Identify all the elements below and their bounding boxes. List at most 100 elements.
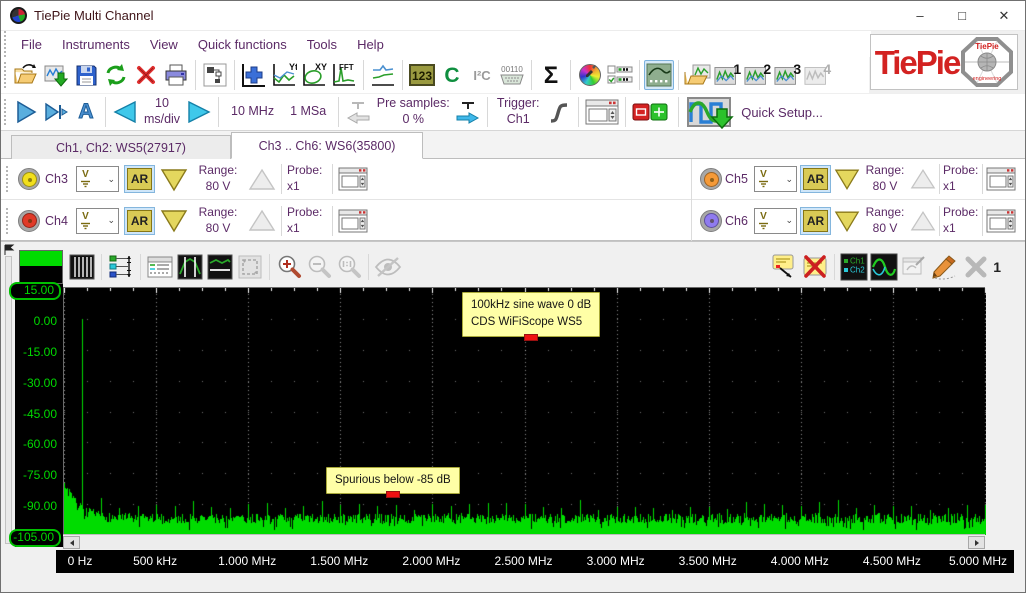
graph-state-indicator[interactable] xyxy=(19,250,63,284)
autorange-button[interactable]: AR xyxy=(127,210,152,232)
menu-instruments[interactable]: Instruments xyxy=(52,34,140,55)
settings-list-button[interactable] xyxy=(605,60,635,90)
autorange-button[interactable]: AR xyxy=(127,168,152,190)
bnc-connector-ch5[interactable] xyxy=(700,168,722,190)
measurement-slot-3-button[interactable]: 3 xyxy=(773,60,803,90)
crescent-button[interactable]: C xyxy=(437,60,467,90)
annotation-anchor-handle[interactable] xyxy=(386,491,400,498)
graph-mode-button[interactable] xyxy=(644,60,674,90)
quick-setup-button[interactable]: Quick Setup... xyxy=(687,95,823,129)
digital-display-button[interactable]: 123 xyxy=(407,60,437,90)
menu-file[interactable]: File xyxy=(11,34,52,55)
tab-ws5[interactable]: Ch1, Ch2: WS5(27917) xyxy=(11,135,231,159)
colors-button[interactable] xyxy=(575,60,605,90)
channel-settings-button[interactable] xyxy=(338,167,368,191)
autorange-button[interactable]: AR xyxy=(803,168,828,190)
open-file-button[interactable] xyxy=(11,60,41,90)
measurement-slot-2-button[interactable]: 2 xyxy=(743,60,773,90)
pre-samples-decrease-button[interactable] xyxy=(343,97,373,127)
scroll-left-button[interactable] xyxy=(63,536,80,549)
object-tree-button[interactable] xyxy=(200,60,230,90)
add-graph-button[interactable] xyxy=(239,60,269,90)
range-up-button[interactable] xyxy=(910,209,936,233)
channel-settings-button[interactable] xyxy=(986,167,1016,191)
vertical-slider[interactable] xyxy=(5,256,12,544)
timebase-slower-button[interactable] xyxy=(110,97,140,127)
bnc-connector-ch6[interactable] xyxy=(700,210,722,232)
row-grip[interactable] xyxy=(5,166,9,192)
grid-toggle-button[interactable] xyxy=(67,252,97,282)
close-graph-button[interactable] xyxy=(959,252,993,282)
output-toggle-button[interactable] xyxy=(630,97,670,127)
export-graph-button[interactable] xyxy=(899,252,929,282)
save-button[interactable] xyxy=(71,60,101,90)
maximize-button[interactable]: □ xyxy=(941,1,983,30)
measurement-slot-4-button[interactable]: 4 xyxy=(803,60,833,90)
bnc-connector-ch4[interactable] xyxy=(18,210,40,232)
y-tick-label[interactable]: -105.00 xyxy=(9,529,61,547)
load-measurement-button[interactable] xyxy=(683,60,713,90)
range-down-button[interactable] xyxy=(160,208,188,233)
range-up-button[interactable] xyxy=(910,167,936,191)
scroll-right-button[interactable] xyxy=(968,536,985,549)
toolbar-grip[interactable] xyxy=(3,62,7,88)
sample-rate-value[interactable]: 10 MHz xyxy=(223,104,282,120)
serial-port-button[interactable]: 00110 xyxy=(497,60,527,90)
auto-setup-button[interactable]: A xyxy=(71,97,101,127)
math-sum-button[interactable]: Σ xyxy=(536,60,566,90)
horizontal-scrollbar[interactable] xyxy=(63,534,985,549)
add-comment-button[interactable] xyxy=(770,252,800,282)
save-measurement-button[interactable] xyxy=(41,60,71,90)
start-button[interactable] xyxy=(11,97,41,127)
toolbar-grip[interactable] xyxy=(3,99,7,125)
coupling-select[interactable]: V ⌄ xyxy=(76,208,119,234)
annotation-note-1[interactable]: 100kHz sine wave 0 dB CDS WiFiScope WS5 xyxy=(462,292,600,337)
hide-trace-button[interactable] xyxy=(373,252,403,282)
record-length-value[interactable]: 1 MSa xyxy=(282,104,334,120)
value-table-button[interactable] xyxy=(145,252,175,282)
horizontal-cursors-button[interactable] xyxy=(205,252,235,282)
vertical-cursors-button[interactable] xyxy=(175,252,205,282)
timebase-faster-button[interactable] xyxy=(184,97,214,127)
trigger-slope-button[interactable] xyxy=(544,97,574,127)
coupling-select[interactable]: V ⌄ xyxy=(754,208,797,234)
row-grip[interactable] xyxy=(5,208,9,234)
trigger-settings-button[interactable] xyxy=(583,97,621,127)
delete-button[interactable] xyxy=(131,60,161,90)
fft-graph-button[interactable]: FFT xyxy=(329,60,359,90)
print-button[interactable] xyxy=(161,60,191,90)
minimize-button[interactable]: – xyxy=(899,1,941,30)
menu-help[interactable]: Help xyxy=(347,34,394,55)
autorange-button[interactable]: AR xyxy=(803,210,828,232)
meter-button[interactable] xyxy=(368,60,398,90)
menu-view[interactable]: View xyxy=(140,34,188,55)
box-select-button[interactable] xyxy=(235,252,265,282)
bnc-connector-ch3[interactable] xyxy=(18,168,40,190)
coupling-select[interactable]: V ⌄ xyxy=(754,166,797,192)
close-button[interactable]: ✕ xyxy=(983,1,1025,30)
flag-icon[interactable] xyxy=(3,244,15,256)
measurement-slot-1-button[interactable]: 1 xyxy=(713,60,743,90)
channel-settings-button[interactable] xyxy=(986,209,1016,233)
pre-samples-increase-button[interactable] xyxy=(453,97,483,127)
tab-ws6[interactable]: Ch3 .. Ch6: WS6(35800) xyxy=(231,132,423,159)
trigger-source[interactable]: Ch1 xyxy=(492,112,544,128)
range-up-button[interactable] xyxy=(248,208,276,233)
delete-comment-button[interactable] xyxy=(800,252,830,282)
coupling-select[interactable]: V ⌄ xyxy=(76,166,119,192)
zoom-reset-button[interactable] xyxy=(334,252,364,282)
y-tick-label[interactable]: 15.00 xyxy=(9,282,61,300)
one-shot-button[interactable] xyxy=(41,97,71,127)
refresh-button[interactable] xyxy=(101,60,131,90)
zoom-in-button[interactable] xyxy=(274,252,304,282)
range-down-button[interactable] xyxy=(834,209,860,233)
menu-tools[interactable]: Tools xyxy=(297,34,347,55)
toolbar-grip[interactable] xyxy=(3,31,7,57)
channel-settings-button[interactable] xyxy=(338,209,368,233)
range-up-button[interactable] xyxy=(248,167,276,192)
axes-layout-button[interactable] xyxy=(106,252,136,282)
i2c-button[interactable]: I²C xyxy=(467,60,497,90)
xy-graph-button[interactable]: XY xyxy=(299,60,329,90)
zoom-out-button[interactable] xyxy=(304,252,334,282)
range-down-button[interactable] xyxy=(160,167,188,192)
